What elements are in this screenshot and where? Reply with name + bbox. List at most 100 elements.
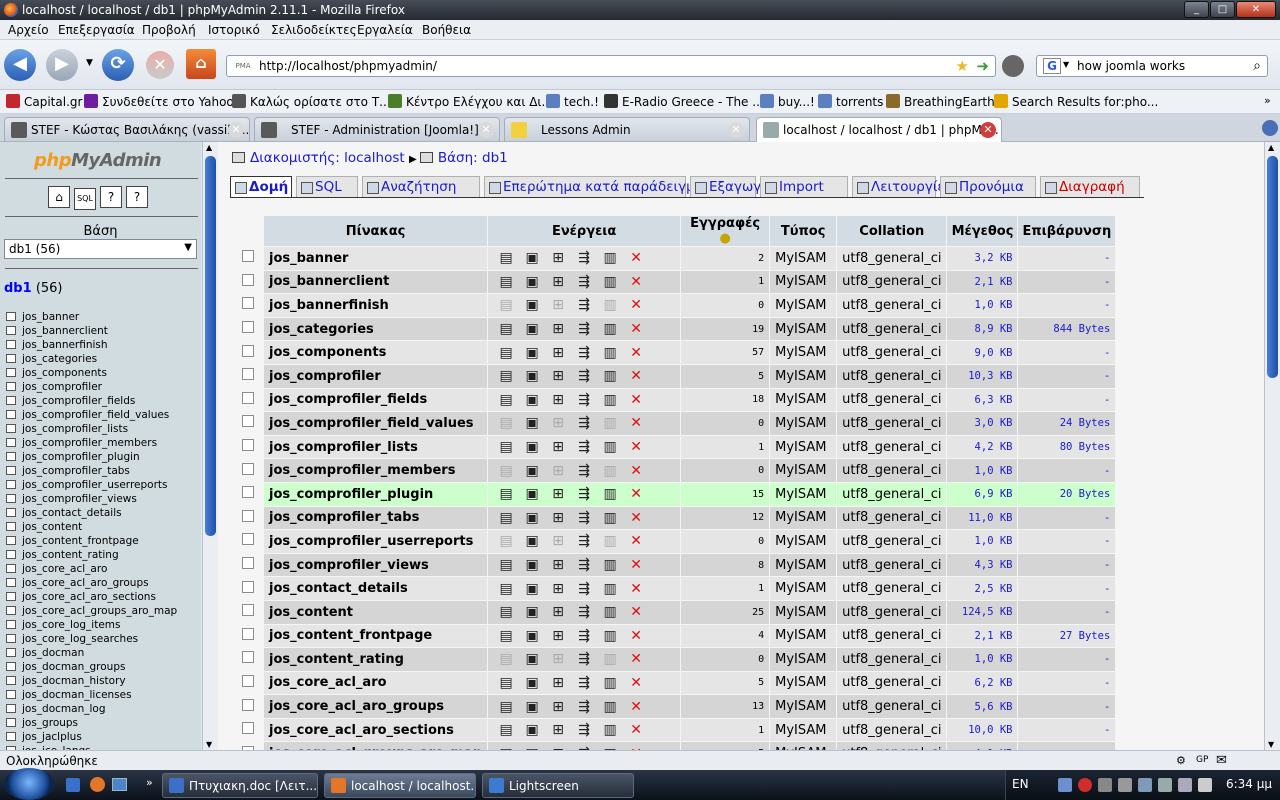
menu-item[interactable]: Επεξεργασία (58, 23, 135, 37)
overhead[interactable]: 27 Bytes (1018, 624, 1116, 648)
table-name[interactable]: jos_bannerclient (264, 270, 488, 294)
table-size[interactable]: 4,3 KB (947, 553, 1018, 577)
tab-search[interactable]: Αναζήτηση (362, 176, 480, 197)
tray-app-icon[interactable] (1198, 778, 1212, 792)
insert-icon[interactable]: ⇶ (571, 345, 597, 361)
overhead[interactable]: - (1018, 247, 1116, 270)
tab-sql[interactable]: SQL (296, 176, 358, 197)
row-checkbox[interactable] (242, 580, 254, 593)
structure-icon[interactable]: ▣ (519, 533, 545, 549)
docs-icon[interactable]: ? (126, 186, 148, 208)
overhead[interactable]: - (1018, 506, 1116, 530)
drop-icon[interactable]: ✕ (623, 415, 649, 431)
table-name[interactable]: jos_core_acl_groups_aro_map (264, 742, 488, 750)
browse-icon[interactable]: ▤ (493, 274, 519, 290)
overhead[interactable]: - (1018, 577, 1116, 600)
drop-icon[interactable]: ✕ (623, 604, 649, 620)
search-icon[interactable]: ⊞ (545, 581, 571, 597)
menu-item[interactable]: Ιστορικό (208, 23, 260, 37)
search-icon[interactable]: ⊞ (545, 321, 571, 337)
table-name[interactable]: jos_comprofiler_tabs (264, 506, 488, 530)
structure-icon[interactable]: ▣ (519, 463, 545, 479)
home-button[interactable]: ⌂ (186, 49, 216, 79)
structure-icon[interactable]: ▣ (519, 628, 545, 644)
sidebar-table-item[interactable]: jos_groups (6, 716, 177, 730)
row-checkbox[interactable] (242, 368, 254, 381)
empty-icon[interactable]: ▥ (597, 463, 623, 479)
quicklaunch-more-icon[interactable]: » (146, 776, 153, 789)
insert-icon[interactable]: ⇶ (571, 510, 597, 526)
table-name[interactable]: jos_content (264, 600, 488, 624)
overhead[interactable]: - (1018, 648, 1116, 671)
table-size[interactable]: 1,0 KB (947, 294, 1018, 317)
drop-icon[interactable]: ✕ (623, 557, 649, 573)
table-row[interactable]: jos_content_rating ▤ ▣ ⊞ ⇶ ▥ ✕ 0 MyISAM utf8_gene… (233, 648, 1116, 671)
tab-drop[interactable]: Διαγραφή (1040, 176, 1140, 197)
drop-icon[interactable]: ✕ (623, 533, 649, 549)
empty-icon[interactable]: ▥ (597, 486, 623, 502)
row-checkbox[interactable] (242, 439, 254, 452)
browse-icon[interactable]: ▤ (493, 415, 519, 431)
scrollbar-thumb[interactable] (205, 156, 216, 536)
table-size[interactable]: 1,0 KB (947, 648, 1018, 671)
structure-icon[interactable]: ▣ (519, 604, 545, 620)
taskbar-item[interactable]: localhost / localhost... (324, 773, 476, 798)
sidebar-table-item[interactable]: jos_comprofiler (6, 380, 177, 394)
structure-icon[interactable]: ▣ (519, 392, 545, 408)
sidebar-table-item[interactable]: jos_content_frontpage (6, 534, 177, 548)
engine-dropdown-icon[interactable]: ▼ (1063, 60, 1069, 69)
insert-icon[interactable]: ⇶ (571, 604, 597, 620)
tray-app-icon[interactable] (1118, 778, 1132, 792)
row-checkbox[interactable] (242, 722, 254, 735)
table-size[interactable]: 124,5 KB (947, 600, 1018, 624)
search-icon[interactable]: ⊞ (545, 675, 571, 691)
structure-icon[interactable]: ▣ (519, 486, 545, 502)
server-link[interactable]: localhost (344, 150, 405, 166)
bookmark-item[interactable]: buy...! (760, 94, 815, 109)
sidebar-table-item[interactable]: jos_core_acl_groups_aro_map (6, 604, 177, 618)
database-link[interactable]: db1 (4, 281, 32, 296)
insert-icon[interactable]: ⇶ (571, 392, 597, 408)
sidebar-table-item[interactable]: jos_docman_log (6, 702, 177, 716)
search-icon[interactable]: ⊞ (545, 722, 571, 738)
taskbar-item[interactable]: Lightscreen (482, 773, 634, 798)
home-icon[interactable]: ⌂ (48, 186, 70, 208)
table-row[interactable]: jos_comprofiler_fields ▤ ▣ ⊞ ⇶ ▥ ✕ 18 MyISAM utf8… (233, 388, 1116, 412)
insert-icon[interactable]: ⇶ (571, 675, 597, 691)
database-crumb-link[interactable]: db1 (482, 150, 508, 166)
sidebar-scrollbar[interactable]: ▲ ▼ (202, 142, 218, 750)
language-indicator[interactable]: EN (1012, 777, 1029, 791)
empty-icon[interactable]: ▥ (597, 510, 623, 526)
row-checkbox[interactable] (242, 415, 254, 428)
sidebar-table-item[interactable]: jos_docman_history (6, 674, 177, 688)
tab-import[interactable]: Import (760, 176, 848, 197)
insert-icon[interactable]: ⇶ (571, 581, 597, 597)
insert-icon[interactable]: ⇶ (571, 297, 597, 313)
firefox-quicklaunch-icon[interactable] (90, 777, 105, 792)
table-size[interactable]: 4,2 KB (947, 435, 1018, 459)
search-bar[interactable]: G ▼ how joomla works ⌕ (1036, 55, 1268, 77)
browse-icon[interactable]: ▤ (493, 533, 519, 549)
sidebar-table-item[interactable]: jos_bannerfinish (6, 338, 177, 352)
menu-item[interactable]: Εργαλεία (357, 23, 413, 37)
clock[interactable]: 6:34 μμ (1226, 777, 1272, 791)
empty-icon[interactable]: ▥ (597, 533, 623, 549)
table-size[interactable]: 6,9 KB (947, 482, 1018, 506)
main-scrollbar[interactable]: ▲ ▼ (1264, 142, 1280, 750)
table-row[interactable]: jos_banner ▤ ▣ ⊞ ⇶ ▥ ✕ 2 MyISAM utf8_general_ci 3,… (233, 247, 1116, 270)
row-checkbox[interactable] (242, 651, 254, 664)
search-icon[interactable]: ⊞ (545, 368, 571, 384)
overhead[interactable]: - (1018, 718, 1116, 742)
search-icon[interactable]: ⊞ (545, 439, 571, 455)
insert-icon[interactable]: ⇶ (571, 368, 597, 384)
scrollbar-thumb[interactable] (1267, 156, 1278, 378)
history-dropdown-icon[interactable]: ▼ (86, 58, 93, 68)
structure-icon[interactable]: ▣ (519, 651, 545, 667)
table-row[interactable]: jos_comprofiler_field_values ▤ ▣ ⊞ ⇶ ▥ ✕ 0 MyISA… (233, 412, 1116, 435)
row-checkbox[interactable] (242, 321, 254, 334)
sidebar-table-item[interactable]: jos_core_acl_aro_groups (6, 576, 177, 590)
table-size[interactable]: 2,1 KB (947, 270, 1018, 294)
drop-icon[interactable]: ✕ (623, 651, 649, 667)
download-status-icon[interactable] (1002, 55, 1024, 77)
structure-icon[interactable]: ▣ (519, 722, 545, 738)
